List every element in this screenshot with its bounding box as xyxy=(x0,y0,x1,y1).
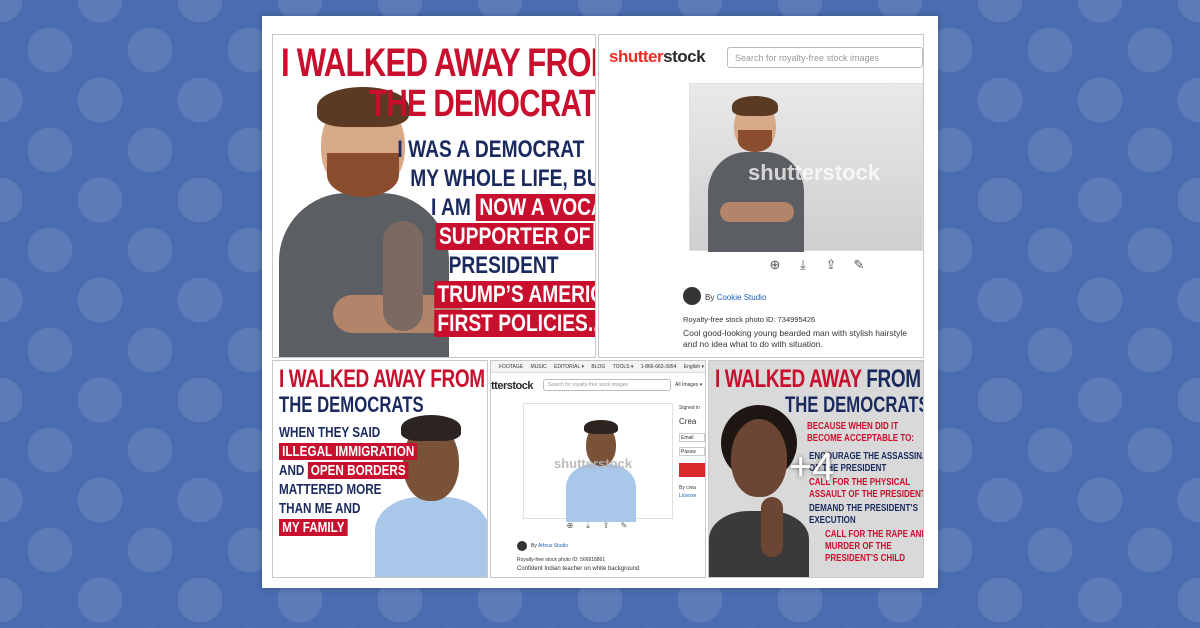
create-heading: Crea xyxy=(679,417,697,426)
stock-photo[interactable]: shutterstock xyxy=(689,83,923,252)
plus-icon[interactable]: ⊕ xyxy=(565,521,575,530)
meme3-item: DEMAND THE PRESIDENT’S EXECUTION xyxy=(809,503,918,526)
meme1-line: PRESIDENT xyxy=(448,252,559,279)
author-link[interactable]: Cookie Studio xyxy=(717,293,767,302)
meme2-body: WHEN THEY SAID ILLEGAL IMMIGRATION AND O… xyxy=(279,423,418,537)
password-field[interactable]: Passw xyxy=(679,447,705,456)
meme2-line: MATTERED MORE xyxy=(279,481,382,498)
meme-image-1[interactable]: I WALKED AWAY FROM THE DEMOCRATS I WAS A… xyxy=(272,34,596,358)
meme-image-3[interactable]: I WALKED AWAY FROM THE DEMOCRATS BECAUSE… xyxy=(708,360,924,578)
meme1-line: I AM xyxy=(431,194,471,221)
search-input[interactable]: Search for royalty-free stock images xyxy=(727,47,923,68)
meme1-line: MY WHOLE LIFE, BUT xyxy=(410,165,596,192)
meme2-highlight: MY FAMILY xyxy=(279,519,348,536)
download-icon[interactable]: ⤓ xyxy=(583,521,593,531)
edit-icon[interactable]: ✎ xyxy=(619,521,629,530)
category-select[interactable]: All Images ▾ xyxy=(675,382,702,388)
meme1-highlight: FIRST POLICIES... xyxy=(434,310,595,337)
shutterstock-logo[interactable]: tterstock xyxy=(491,380,533,392)
top-nav: FOOTAGE MUSIC EDITORIAL ▾ BLOG TOOLS ▾ 1… xyxy=(491,361,705,373)
watermark: shutterstock xyxy=(748,160,881,185)
stock-photo[interactable]: shutterstock xyxy=(523,403,673,522)
nav-item[interactable]: TOOLS ▾ xyxy=(613,364,634,370)
meme1-body: I WAS A DEMOCRAT MY WHOLE LIFE, BUT I AM… xyxy=(391,135,596,338)
avatar[interactable] xyxy=(683,287,701,305)
photo-description: Confident Indian teacher on white backgr… xyxy=(517,566,640,572)
meme2-headline-2: THE DEMOCRATS xyxy=(279,392,424,417)
author-byline: By Athrus Studio xyxy=(531,543,568,549)
meme1-highlight: SUPPORTER OF xyxy=(435,223,594,250)
shutterstock-screenshot-1[interactable]: shutterstock Search for royalty-free sto… xyxy=(598,34,924,358)
create-account-button[interactable] xyxy=(679,463,705,477)
photo-id: Royalty-free stock photo ID: 566818861 xyxy=(517,557,606,563)
share-icon[interactable]: ⇪ xyxy=(823,257,839,273)
avatar[interactable] xyxy=(517,541,527,551)
photo-id: Royalty-free stock photo ID: 734995426 xyxy=(683,315,816,324)
meme3-headline-1: I WALKED AWAY FROM xyxy=(715,365,921,393)
edit-icon[interactable]: ✎ xyxy=(851,257,867,273)
meme-image-2[interactable]: I WALKED AWAY FROM THE DEMOCRATS WHEN TH… xyxy=(272,360,488,578)
meme2-line: WHEN THEY SAID xyxy=(279,424,381,441)
post-image-grid[interactable]: I WALKED AWAY FROM THE DEMOCRATS I WAS A… xyxy=(262,16,938,588)
phone-number: 1-866-663-3954 xyxy=(640,364,677,370)
search-input[interactable]: Search for royalty-free stock images xyxy=(543,379,671,391)
license-link[interactable]: License xyxy=(679,493,696,499)
watermark: shutterstock xyxy=(554,456,633,471)
meme1-line: I WAS A DEMOCRAT xyxy=(397,136,585,163)
signin-label: Signed in xyxy=(679,405,700,411)
meme1-headline-2: THE DEMOCRATS xyxy=(369,83,596,125)
terms-text: By crea xyxy=(679,485,696,491)
share-icon[interactable]: ⇪ xyxy=(601,521,611,530)
more-photos-count[interactable]: +4 xyxy=(789,445,835,490)
meme2-headline-1: I WALKED AWAY FROM xyxy=(279,365,485,393)
meme3-headline-2: THE DEMOCRATS xyxy=(785,392,924,417)
nav-item[interactable]: FOOTAGE xyxy=(499,364,523,370)
shutterstock-logo[interactable]: shutterstock xyxy=(609,47,706,67)
meme2-highlight: OPEN BORDERS xyxy=(307,462,409,479)
photo-description: Cool good-looking young bearded man with… xyxy=(683,328,907,349)
meme1-headline-1: I WALKED AWAY FROM xyxy=(281,41,596,85)
meme2-line: AND xyxy=(279,462,305,479)
download-icon[interactable]: ⤓ xyxy=(795,257,811,273)
meme2-line: THAN ME AND xyxy=(279,500,361,517)
email-field[interactable]: Email xyxy=(679,433,705,442)
meme2-highlight: ILLEGAL IMMIGRATION xyxy=(279,443,418,460)
author-link[interactable]: Athrus Studio xyxy=(538,543,568,549)
meme3-item: CALL FOR THE RAPE AND MURDER OF THE PRES… xyxy=(825,529,924,564)
nav-item[interactable]: BLOG xyxy=(591,364,605,370)
plus-icon[interactable]: ⊕ xyxy=(767,257,783,273)
meme1-highlight: TRUMP’S AMERICA xyxy=(434,281,595,308)
language-select[interactable]: English ▾ xyxy=(684,364,704,370)
nav-item[interactable]: MUSIC xyxy=(530,364,546,370)
meme1-highlight: NOW A VOCAL xyxy=(476,194,595,221)
shutterstock-screenshot-2[interactable]: FOOTAGE MUSIC EDITORIAL ▾ BLOG TOOLS ▾ 1… xyxy=(490,360,706,578)
nav-item[interactable]: EDITORIAL ▾ xyxy=(554,364,584,370)
meme3-intro: BECAUSE WHEN DID IT BECOME ACCEPTABLE TO… xyxy=(807,421,914,444)
author-byline: By Cookie Studio xyxy=(705,293,767,302)
